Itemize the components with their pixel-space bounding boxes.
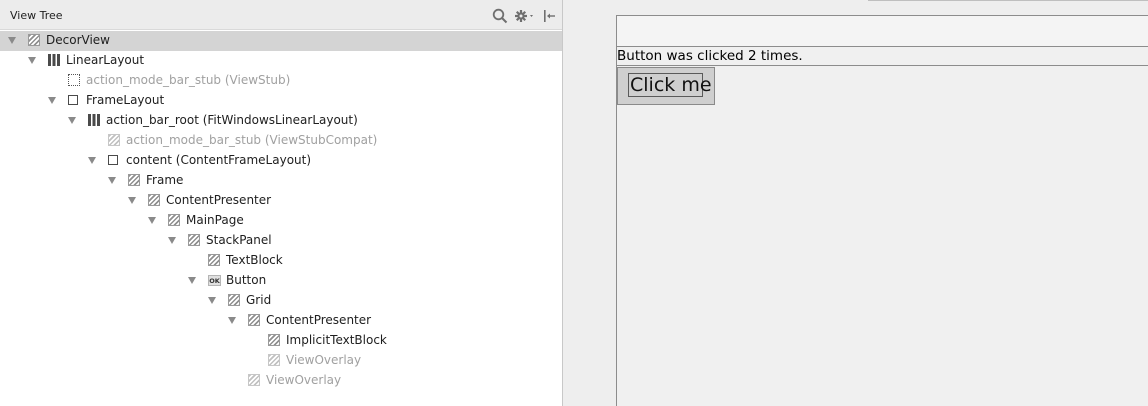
tree-node-label: ViewOverlay <box>286 353 362 367</box>
view-stub-icon <box>68 74 80 86</box>
linear-layout-icon <box>48 54 60 66</box>
expand-arrow-icon[interactable] <box>188 277 196 284</box>
tree-node-mainpage[interactable]: MainPage <box>0 211 562 231</box>
tree-node-label: TextBlock <box>226 253 283 267</box>
gear-icon[interactable] <box>513 6 537 26</box>
view-icon <box>28 34 40 46</box>
tree-node-label: ImplicitTextBlock <box>286 333 387 347</box>
tree-node-action-bar-root-fitwindowslinearlayout[interactable]: action_bar_root (FitWindowsLinearLayout) <box>0 111 562 131</box>
tree-node-implicittextblock[interactable]: ImplicitTextBlock <box>0 331 562 351</box>
tree-node-action-mode-bar-stub-viewstub[interactable]: action_mode_bar_stub (ViewStub) <box>0 71 562 91</box>
view-icon <box>228 294 240 306</box>
frame-layout-icon <box>108 155 118 165</box>
click-me-button[interactable]: Click me <box>617 67 715 105</box>
frame-layout-icon <box>68 95 78 105</box>
tree-node-label: ViewOverlay <box>266 373 342 387</box>
expand-arrow-icon[interactable] <box>128 197 136 204</box>
tree-node-label: content (ContentFrameLayout) <box>126 153 312 167</box>
tree-node-label: StackPanel <box>206 233 272 247</box>
view-icon <box>148 194 160 206</box>
view-icon <box>248 314 260 326</box>
tree-node-contentpresenter[interactable]: ContentPresenter <box>0 191 562 211</box>
linear-layout-icon <box>88 114 100 126</box>
tree-node-label: Button <box>226 273 267 287</box>
tree-node-label: Grid <box>246 293 272 307</box>
view-icon <box>168 214 180 226</box>
tree-node-label: ContentPresenter <box>266 313 372 327</box>
expand-arrow-icon[interactable] <box>148 217 156 224</box>
tree-node-label: DecorView <box>46 33 110 47</box>
expand-arrow-icon[interactable] <box>108 177 116 184</box>
tree-node-label: FrameLayout <box>86 93 165 107</box>
search-icon[interactable] <box>490 6 510 26</box>
tree-node-label: action_bar_root (FitWindowsLinearLayout) <box>106 113 358 127</box>
panel-title: View Tree <box>10 9 63 22</box>
collapse-left-icon[interactable] <box>540 6 558 26</box>
tree-node-viewoverlay[interactable]: ViewOverlay <box>0 351 562 371</box>
tree-node-framelayout[interactable]: FrameLayout <box>0 91 562 111</box>
view-tree-panel: View Tree DecorView LinearLayout action_mo… <box>0 0 563 406</box>
button-icon: OK <box>208 275 221 286</box>
expand-arrow-icon[interactable] <box>28 57 36 64</box>
view-icon <box>248 374 260 386</box>
view-icon <box>268 354 280 366</box>
tree-node-textblock[interactable]: TextBlock <box>0 251 562 271</box>
tree-node-label: LinearLayout <box>66 53 145 67</box>
view-icon <box>108 134 120 146</box>
app-bar-area <box>617 16 1148 47</box>
expand-arrow-icon[interactable] <box>8 37 16 44</box>
tree-node-label: ContentPresenter <box>166 193 272 207</box>
click-me-button-label: Click me <box>628 73 712 97</box>
divider <box>617 65 1148 66</box>
panel-header: View Tree <box>0 0 562 30</box>
view-icon <box>208 254 220 266</box>
tree-node-label: Frame <box>146 173 184 187</box>
click-count-text: Button was clicked 2 times. <box>617 48 803 64</box>
divider <box>868 0 1148 1</box>
tree-node-stackpanel[interactable]: StackPanel <box>0 231 562 251</box>
tree-node-button[interactable]: OK Button <box>0 271 562 291</box>
tree-node-action-mode-bar-stub-viewstubcompat[interactable]: action_mode_bar_stub (ViewStubCompat) <box>0 131 562 151</box>
expand-arrow-icon[interactable] <box>68 117 76 124</box>
tree-node-decorview[interactable]: DecorView <box>0 31 562 51</box>
tree-node-label: MainPage <box>186 213 244 227</box>
device-screen: Button was clicked 2 times. Click me <box>616 15 1148 406</box>
view-icon <box>268 334 280 346</box>
view-icon <box>128 174 140 186</box>
expand-arrow-icon[interactable] <box>88 157 96 164</box>
tree-node-label: action_mode_bar_stub (ViewStub) <box>86 73 291 87</box>
tree-node-label: action_mode_bar_stub (ViewStubCompat) <box>126 133 378 147</box>
tree-node-viewoverlay[interactable]: ViewOverlay <box>0 371 562 391</box>
expand-arrow-icon[interactable] <box>48 97 56 104</box>
expand-arrow-icon[interactable] <box>208 297 216 304</box>
expand-arrow-icon[interactable] <box>168 237 176 244</box>
tree-node-content-contentframelayout[interactable]: content (ContentFrameLayout) <box>0 151 562 171</box>
view-icon <box>188 234 200 246</box>
tree-node-grid[interactable]: Grid <box>0 291 562 311</box>
expand-arrow-icon[interactable] <box>228 317 236 324</box>
tree-node-frame[interactable]: Frame <box>0 171 562 191</box>
tree-node-linearlayout[interactable]: LinearLayout <box>0 51 562 71</box>
tree-node-contentpresenter[interactable]: ContentPresenter <box>0 311 562 331</box>
